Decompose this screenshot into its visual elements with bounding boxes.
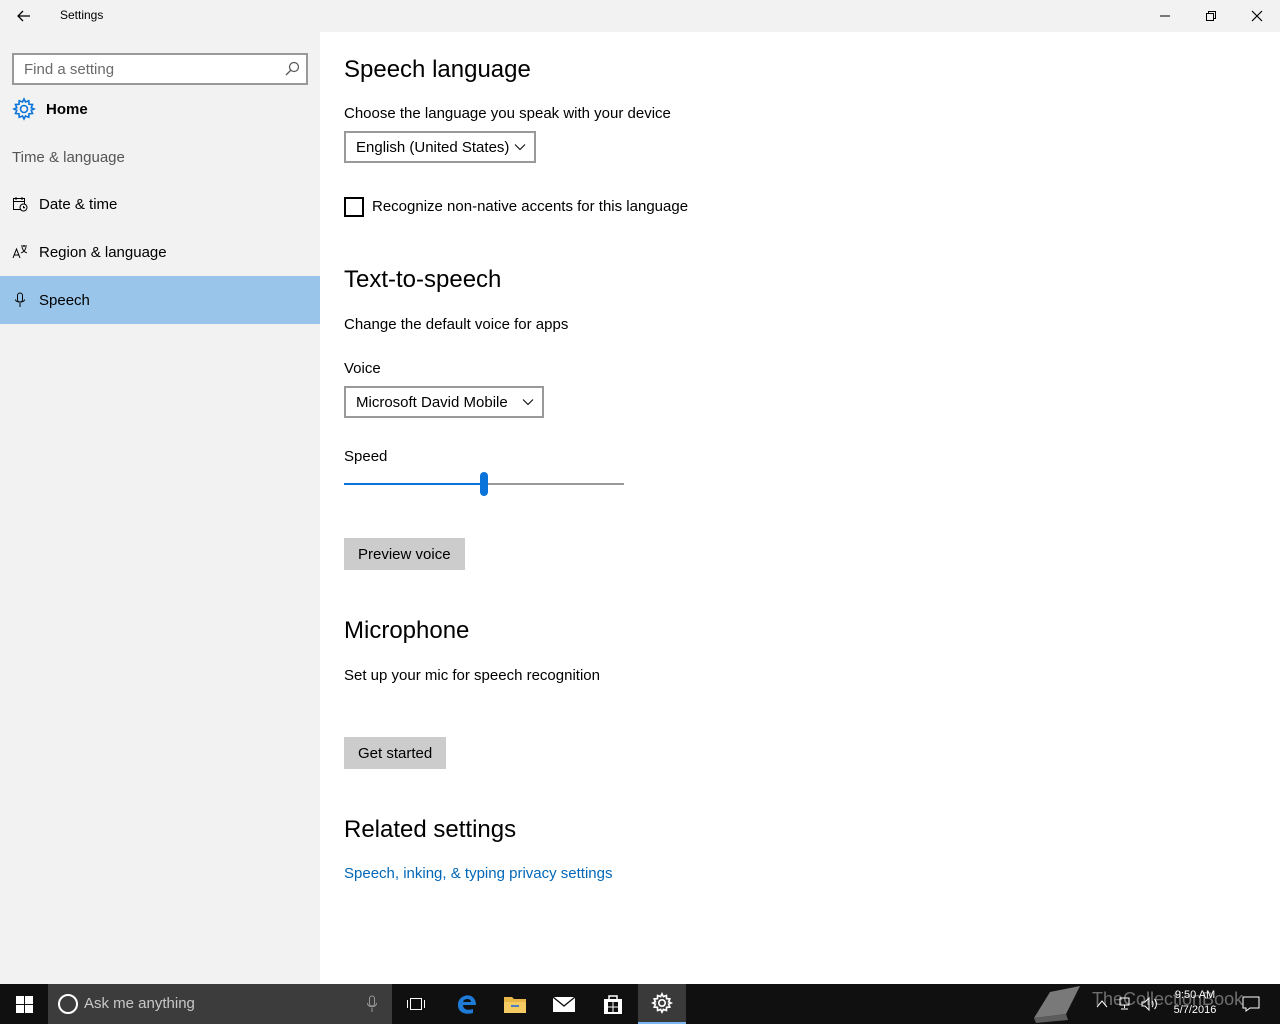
microphone-icon [367, 995, 377, 1012]
speed-slider[interactable] [344, 471, 624, 499]
clock[interactable]: 9:50 AM 5/7/2016 [1160, 988, 1230, 1018]
search-placeholder: Find a setting [24, 61, 115, 78]
gear-icon [12, 97, 36, 121]
notification-icon [1242, 996, 1260, 1012]
restore-button[interactable] [1188, 0, 1234, 32]
mail-icon [552, 996, 576, 1012]
settings-taskbar-button[interactable] [638, 984, 686, 1024]
speech-language-heading: Speech language [344, 56, 531, 83]
store-taskbar-button[interactable] [589, 984, 637, 1024]
calendar-clock-icon [12, 196, 28, 212]
sidebar-item-label: Region & language [39, 243, 167, 261]
folder-icon [504, 997, 526, 1013]
sidebar-item-label: Speech [39, 291, 90, 309]
file-explorer-taskbar-button[interactable] [491, 984, 539, 1024]
close-button[interactable] [1234, 0, 1280, 32]
speaker-icon [1141, 996, 1157, 1012]
cortana-search-box[interactable]: Ask me anything [48, 984, 392, 1024]
book-logo-icon [1034, 986, 1080, 1023]
voice-label: Voice [344, 360, 381, 377]
microphone-description: Set up your mic for speech recognition [344, 667, 600, 684]
chevron-down-icon [522, 399, 534, 406]
sidebar-item-label: Date & time [39, 195, 118, 213]
edge-icon [458, 995, 476, 1014]
speech-language-dropdown[interactable]: English (United States) [344, 131, 536, 163]
restore-icon [1206, 11, 1216, 21]
sidebar: Find a setting Home Time & language Date… [0, 32, 320, 984]
network-icon [1119, 997, 1130, 1010]
speed-label: Speed [344, 448, 388, 465]
microphone-heading: Microphone [344, 617, 470, 644]
edge-taskbar-button[interactable] [443, 984, 491, 1024]
back-button[interactable] [10, 6, 38, 26]
cortana-placeholder: Ask me anything [84, 995, 195, 1012]
store-icon [604, 995, 622, 1014]
sidebar-item-date-time[interactable]: Date & time [0, 180, 320, 228]
voice-dropdown[interactable]: Microsoft David Mobile [344, 386, 544, 418]
non-native-accents-label: Recognize non-native accents for this la… [372, 198, 689, 215]
preview-voice-button[interactable]: Preview voice [344, 538, 465, 570]
minimize-button[interactable] [1142, 0, 1188, 32]
speed-slider-fill [344, 483, 480, 485]
minimize-icon [1160, 15, 1170, 17]
home-label: Home [46, 100, 88, 118]
task-view-button[interactable] [392, 984, 440, 1024]
sidebar-item-region-language[interactable]: Region & language [0, 228, 320, 276]
speed-slider-track [488, 483, 624, 485]
window-title: Settings [60, 8, 104, 22]
network-button[interactable] [1114, 984, 1138, 1024]
speech-language-value: English (United States) [356, 138, 510, 156]
speech-language-description: Choose the language you speak with your … [344, 105, 671, 122]
show-hidden-icons-button[interactable] [1090, 984, 1114, 1024]
back-arrow-icon [17, 10, 30, 22]
cortana-icon [58, 994, 78, 1014]
title-bar: Settings [0, 0, 1280, 32]
non-native-accents-checkbox[interactable] [344, 197, 364, 217]
related-settings-heading: Related settings [344, 816, 517, 843]
task-view-icon [407, 998, 425, 1010]
home-nav-item[interactable]: Home [12, 96, 312, 122]
chevron-down-icon [514, 144, 526, 151]
start-button[interactable] [0, 984, 48, 1024]
microphone-icon [12, 292, 28, 308]
action-center-button[interactable] [1236, 984, 1266, 1024]
privacy-settings-link[interactable]: Speech, inking, & typing privacy setting… [344, 865, 612, 882]
speed-slider-thumb[interactable] [480, 472, 488, 496]
close-icon [1251, 10, 1263, 22]
chevron-up-icon [1096, 1000, 1108, 1008]
tts-heading: Text-to-speech [344, 266, 502, 293]
tts-description: Change the default voice for apps [344, 316, 569, 333]
gear-icon [651, 992, 673, 1014]
get-started-button[interactable]: Get started [344, 737, 447, 769]
windows-logo-icon [15, 995, 33, 1013]
voice-value: Microsoft David Mobile [356, 393, 508, 411]
volume-button[interactable] [1138, 984, 1162, 1024]
clock-date: 5/7/2016 [1173, 1004, 1217, 1016]
search-input[interactable]: Find a setting [12, 53, 308, 85]
language-icon [12, 244, 28, 260]
sidebar-item-speech[interactable]: Speech [0, 276, 320, 324]
mail-taskbar-button[interactable] [540, 984, 588, 1024]
clock-time: 9:50 AM [1174, 989, 1216, 1001]
search-icon [285, 61, 300, 76]
taskbar: Ask me anything TheCollectionBook 9:50 A… [0, 984, 1280, 1024]
category-label: Time & language [12, 149, 125, 166]
